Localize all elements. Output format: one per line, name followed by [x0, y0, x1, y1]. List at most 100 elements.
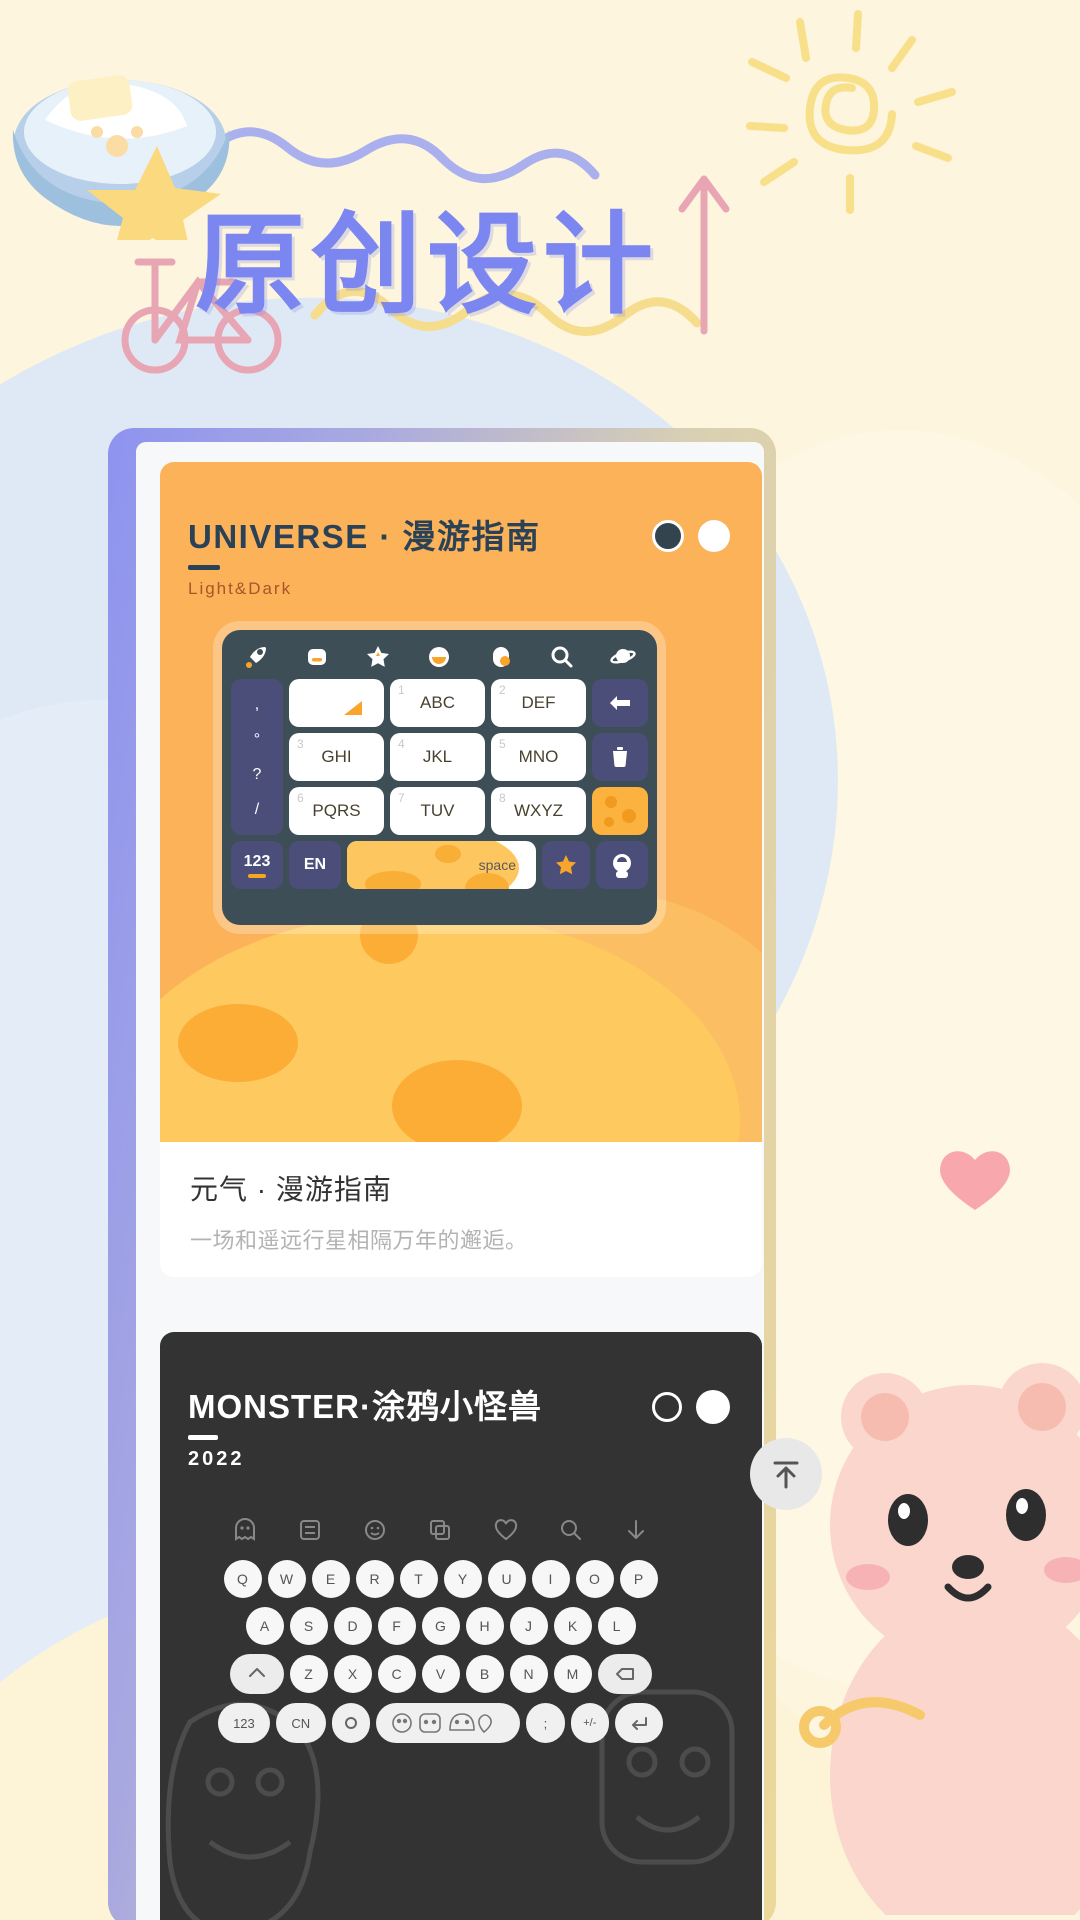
universe-mode-toggle[interactable] [652, 520, 730, 552]
qwerty-row-4[interactable]: 123 CN ; +/- [218, 1703, 663, 1743]
key-pqrs[interactable]: 6 PQRS [289, 787, 384, 835]
key-n[interactable]: N [509, 1655, 548, 1693]
theme-info-universe: 元气 · 漫游指南 一场和遥远行星相隔万年的邂逅。 [160, 1142, 762, 1277]
universe-keyboard-preview[interactable]: , ° ? / 1 ABC 2 DEF 3 GHI 4 JKL 5 MNO 6 … [222, 630, 657, 925]
key-u[interactable]: U [487, 1560, 526, 1598]
qwerty-row-3[interactable]: Z X C V B N M [218, 1654, 663, 1694]
key-f[interactable]: F [377, 1607, 416, 1645]
key-m[interactable]: M [553, 1655, 592, 1693]
astronaut-icon[interactable] [596, 841, 648, 889]
key-s[interactable]: S [289, 1607, 328, 1645]
key-l[interactable]: L [597, 1607, 636, 1645]
key-z[interactable]: Z [289, 1655, 328, 1693]
star-icon[interactable] [365, 644, 391, 670]
phone-screen: UNIVERSE · 漫游指南 Light&Dark , ° ? / 1 ABC… [136, 442, 764, 1920]
key-d[interactable]: D [333, 1607, 372, 1645]
light-mode-dot[interactable] [698, 520, 730, 552]
universe-header: UNIVERSE · 漫游指南 Light&Dark [188, 510, 541, 599]
key-i[interactable]: I [531, 1560, 570, 1598]
key-blank[interactable] [289, 679, 384, 727]
key-mno[interactable]: 5 MNO [491, 733, 586, 781]
key-c[interactable]: C [377, 1655, 416, 1693]
symbol-question[interactable]: ? [253, 766, 262, 784]
monster-sticker-icon[interactable] [376, 1703, 521, 1743]
heart-icon[interactable] [493, 1517, 519, 1548]
qwerty-row-1[interactable]: Q W E R T Y U I O P [218, 1560, 663, 1598]
monster-keyboard-toolbar[interactable] [218, 1517, 663, 1560]
keyboard-icon[interactable] [304, 644, 330, 670]
key-jkl[interactable]: 4 JKL [390, 733, 485, 781]
ghost-icon[interactable] [232, 1517, 258, 1548]
emoji-icon[interactable] [362, 1517, 388, 1548]
sun-doodle-icon [740, 10, 960, 225]
key-y[interactable]: Y [443, 1560, 482, 1598]
theme-card-monster[interactable]: MONSTER·涂鸦小怪兽 2022 Q W E R T Y U I O P A… [160, 1332, 762, 1920]
monster-mode-toggle[interactable] [652, 1390, 730, 1424]
smile-icon[interactable] [426, 644, 452, 670]
key-abc[interactable]: 1 ABC [390, 679, 485, 727]
star-icon[interactable] [542, 841, 590, 889]
key-e[interactable]: E [311, 1560, 350, 1598]
key-wxyz[interactable]: 8 WXYZ [491, 787, 586, 835]
theme-card-universe[interactable]: UNIVERSE · 漫游指南 Light&Dark , ° ? / 1 ABC… [160, 462, 762, 1142]
key-123[interactable]: 123 [218, 1703, 270, 1743]
space-label: space [478, 857, 516, 873]
corner-glyph-icon [344, 701, 362, 715]
search-icon[interactable] [558, 1517, 584, 1548]
monster-title: MONSTER·涂鸦小怪兽 [188, 1388, 542, 1425]
rocket-icon[interactable] [243, 644, 269, 670]
key-v[interactable]: V [421, 1655, 460, 1693]
key-o[interactable]: O [575, 1560, 614, 1598]
light-mode-dot[interactable] [696, 1390, 730, 1424]
shift-icon[interactable] [229, 1654, 284, 1694]
bear-mascot-icon [780, 1355, 1080, 1920]
key-j[interactable]: J [509, 1607, 548, 1645]
symbol-slash[interactable]: / [255, 801, 259, 819]
key-q[interactable]: Q [223, 1560, 262, 1598]
sticker-icon[interactable] [297, 1517, 323, 1548]
key-semicolon[interactable]: ; [526, 1703, 565, 1743]
down-arrow-icon[interactable] [623, 1517, 649, 1548]
key-ghi[interactable]: 3 GHI [289, 733, 384, 781]
universe-subtitle: Light&Dark [188, 579, 293, 598]
phone-mockup: UNIVERSE · 漫游指南 Light&Dark , ° ? / 1 ABC… [108, 428, 822, 1920]
key-p[interactable]: P [619, 1560, 658, 1598]
key-k[interactable]: K [553, 1607, 592, 1645]
key-t[interactable]: T [399, 1560, 438, 1598]
key-h[interactable]: H [465, 1607, 504, 1645]
key-symbol[interactable]: +/- [570, 1703, 609, 1743]
symbol-comma[interactable]: , [255, 696, 259, 714]
symbol-column[interactable]: , ° ? / [231, 679, 283, 835]
search-icon[interactable] [549, 644, 575, 670]
theme-description: 一场和遥远行星相隔万年的邂逅。 [190, 1228, 528, 1253]
dark-mode-dot[interactable] [652, 1392, 682, 1422]
enter-icon[interactable] [615, 1703, 663, 1743]
key-language-cn[interactable]: CN [275, 1703, 326, 1743]
backspace-icon[interactable] [592, 679, 648, 727]
key-tuv[interactable]: 7 TUV [390, 787, 485, 835]
planet-icon[interactable] [610, 644, 636, 670]
key-123[interactable]: 123 [231, 841, 283, 889]
key-r[interactable]: R [355, 1560, 394, 1598]
cheese-icon[interactable] [592, 787, 648, 835]
key-space[interactable]: space [347, 841, 536, 889]
key-language-en[interactable]: EN [289, 841, 341, 889]
universe-keyboard-toolbar[interactable] [231, 640, 648, 676]
key-w[interactable]: W [267, 1560, 306, 1598]
key-def[interactable]: 2 DEF [491, 679, 586, 727]
dot-icon[interactable] [331, 1703, 371, 1743]
key-g[interactable]: G [421, 1607, 460, 1645]
key-x[interactable]: X [333, 1655, 372, 1693]
heart-icon [935, 1140, 1015, 1219]
dark-mode-dot[interactable] [652, 520, 684, 552]
qwerty-row-2[interactable]: A S D F G H J K L [218, 1607, 663, 1645]
delete-icon[interactable] [592, 733, 648, 781]
clipboard-icon[interactable] [427, 1517, 453, 1548]
key-b[interactable]: B [465, 1655, 504, 1693]
backspace-icon[interactable] [597, 1654, 652, 1694]
monster-keyboard-preview[interactable]: Q W E R T Y U I O P A S D F G H J K L Z … [218, 1517, 663, 1752]
symbol-degree[interactable]: ° [254, 731, 260, 749]
theme-icon[interactable] [488, 644, 514, 670]
theme-name: 元气 · 漫游指南 [190, 1174, 392, 1205]
key-a[interactable]: A [245, 1607, 284, 1645]
